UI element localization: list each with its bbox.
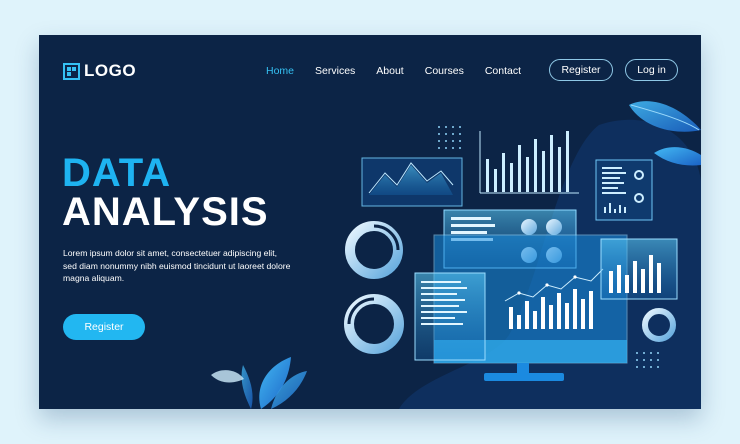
hero-title-line1: DATA bbox=[62, 151, 172, 195]
logo[interactable]: LOGO bbox=[63, 61, 136, 81]
dot-grid-icon bbox=[438, 126, 461, 149]
nav-courses[interactable]: Courses bbox=[425, 65, 464, 77]
leaf-icon bbox=[211, 357, 307, 409]
nav-services[interactable]: Services bbox=[315, 65, 355, 77]
nav-home[interactable]: Home bbox=[266, 65, 294, 77]
hero-title-line2: ANALYSIS bbox=[62, 190, 269, 234]
text-panel bbox=[414, 272, 486, 361]
hero-description: Lorem ipsum dolor sit amet, consectetuer… bbox=[63, 248, 291, 283]
bar-chart-panel bbox=[600, 238, 678, 300]
line-chart-icon bbox=[361, 157, 463, 207]
nav-about[interactable]: About bbox=[376, 65, 403, 77]
donut-chart-icon bbox=[344, 221, 404, 354]
landing-card: LOGO Home Services About Courses Contact… bbox=[39, 35, 701, 409]
logo-text: LOGO bbox=[84, 61, 137, 80]
hero-register-button[interactable]: Register bbox=[63, 314, 145, 340]
main-nav: Home Services About Courses Contact bbox=[266, 65, 521, 77]
header-register-button[interactable]: Register bbox=[549, 59, 613, 81]
login-button[interactable]: Log in bbox=[625, 59, 678, 81]
logo-grid-icon bbox=[63, 62, 80, 80]
nav-contact[interactable]: Contact bbox=[485, 65, 521, 77]
report-panel bbox=[595, 159, 653, 221]
